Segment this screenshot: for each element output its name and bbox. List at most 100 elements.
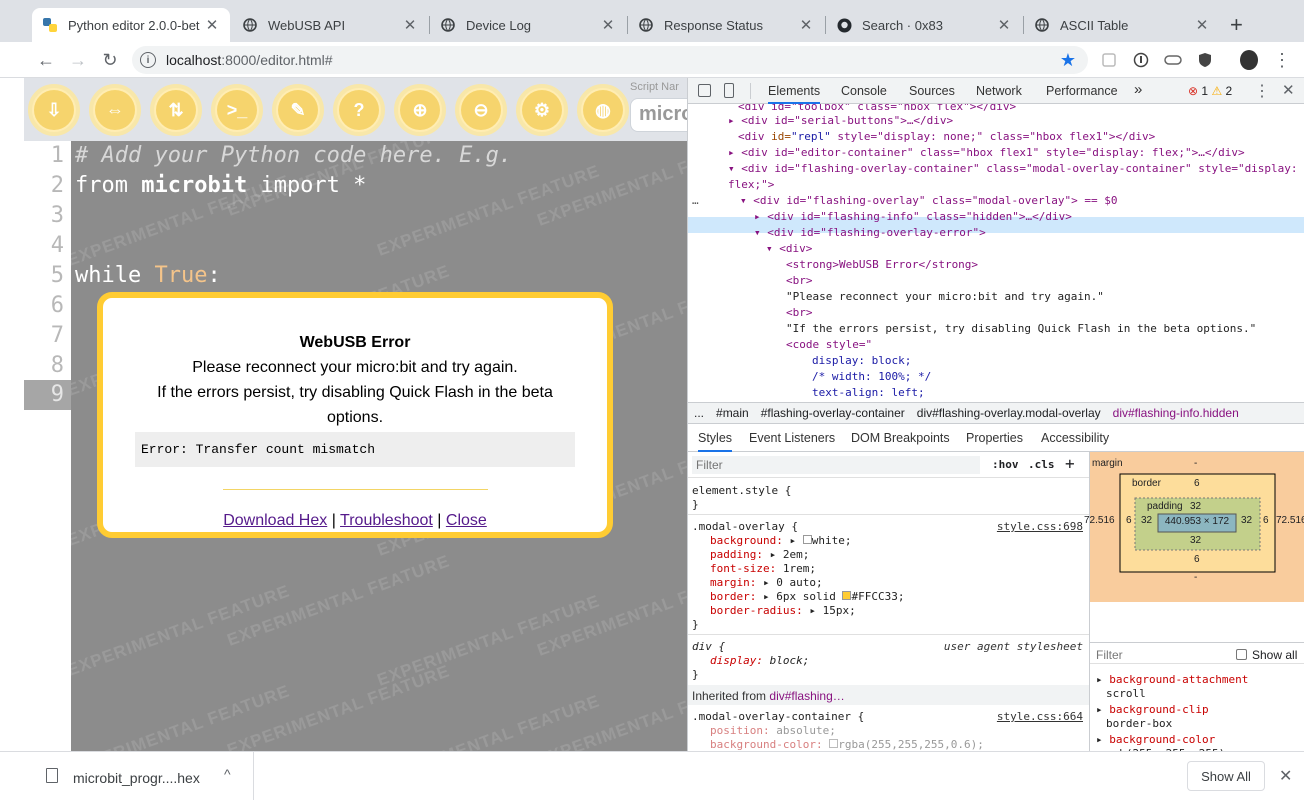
show-all-button[interactable]: Show All — [1187, 761, 1265, 791]
style-declaration[interactable]: position: absolute; — [710, 724, 836, 738]
dom-line[interactable]: ▾ <div> — [766, 241, 812, 257]
dom-line[interactable]: ▸ <div id="flashing-info" class="hidden"… — [754, 209, 1072, 225]
style-declaration[interactable]: background: ▸ white; — [710, 534, 851, 548]
tab-ascii-table[interactable]: ASCII Table ✕ — [1024, 8, 1220, 42]
tab-sources[interactable]: Sources — [909, 84, 955, 98]
tab-python-editor[interactable]: Python editor 2.0.0-bet ✕ — [32, 8, 230, 42]
tab-styles[interactable]: Styles — [698, 431, 733, 452]
styles-filter-input[interactable] — [692, 456, 980, 474]
serial-button[interactable]: >_ — [211, 84, 263, 136]
breadcrumb-item[interactable]: div#flashing-info.hidden — [1113, 406, 1239, 420]
dom-line-selected[interactable]: ▾ <div id="flashing-overlay" class="moda… — [740, 193, 1118, 209]
dom-line[interactable]: <div id="repl" style="display: none;" cl… — [738, 129, 1155, 145]
download-button[interactable]: ⇩ — [28, 84, 80, 136]
close-icon[interactable]: ✕ — [1279, 766, 1292, 786]
chevron-up-icon[interactable]: ^ — [224, 766, 231, 782]
language-button[interactable]: ◍ — [577, 84, 629, 136]
dom-line[interactable]: <br> — [786, 305, 813, 321]
close-icon[interactable]: ✕ — [1194, 16, 1210, 34]
devtools-menu-icon[interactable]: ⋮ — [1254, 81, 1270, 101]
tab-properties[interactable]: Properties — [966, 431, 1023, 445]
close-icon[interactable]: ✕ — [798, 16, 814, 34]
help-button[interactable]: ? — [333, 84, 385, 136]
cls-toggle[interactable]: .cls — [1028, 458, 1055, 471]
new-tab-button[interactable]: + — [1230, 12, 1243, 38]
tab-accessibility[interactable]: Accessibility — [1041, 431, 1109, 445]
style-declaration[interactable]: background-color: rgba(255,255,255,0.6); — [710, 738, 984, 751]
computed-property[interactable]: ▸ background-clip — [1096, 703, 1209, 717]
style-selector[interactable]: element.style { — [692, 484, 791, 498]
reload-icon[interactable]: ↻ — [98, 48, 122, 72]
hov-toggle[interactable]: :hov — [992, 458, 1019, 471]
address-bar[interactable]: i localhost:8000/editor.html# ★ — [132, 46, 1088, 74]
style-declaration[interactable]: font-size: 1rem; — [710, 562, 816, 576]
script-name-input[interactable]: micro — [630, 98, 687, 132]
dom-tree[interactable]: <div id="toolbox" class="hbox flex"></di… — [688, 104, 1304, 402]
snippets-button[interactable]: ✎ — [272, 84, 324, 136]
show-all-checkbox[interactable] — [1236, 649, 1247, 660]
connect-button[interactable]: ⇔ — [89, 84, 141, 136]
tab-webusb-api[interactable]: WebUSB API ✕ — [232, 8, 428, 42]
dom-line[interactable]: <br> — [786, 273, 813, 289]
close-devtools-icon[interactable]: ✕ — [1282, 81, 1295, 99]
close-icon[interactable]: ✕ — [204, 16, 220, 34]
avatar[interactable] — [1240, 50, 1258, 70]
forward-arrow-icon[interactable]: → — [66, 48, 90, 72]
dom-line[interactable]: ▾ <div id="flashing-overlay-container" c… — [728, 161, 1298, 177]
download-filename[interactable]: microbit_progr....hex — [73, 770, 200, 786]
settings-button[interactable]: ⚙ — [516, 84, 568, 136]
style-declaration[interactable]: border-radius: ▸ 15px; — [710, 604, 856, 618]
style-declaration[interactable]: border: ▸ 6px solid #FFCC33; — [710, 590, 904, 604]
close-link[interactable]: Close — [446, 512, 487, 529]
breadcrumb-item[interactable]: ... — [694, 406, 704, 420]
style-selector[interactable]: .modal-overlay { — [692, 520, 798, 534]
menu-dots-icon[interactable]: ⋮ — [1273, 50, 1291, 70]
close-icon[interactable]: ✕ — [600, 16, 616, 34]
tab-response-status[interactable]: Response Status ✕ — [628, 8, 824, 42]
tab-elements[interactable]: Elements — [768, 84, 821, 104]
download-hex-link[interactable]: Download Hex — [223, 512, 327, 529]
dom-line[interactable]: flex;"> — [728, 177, 774, 193]
tab-dom-breakpoints[interactable]: DOM Breakpoints — [851, 431, 950, 445]
dom-text[interactable]: "If the errors persist, try disabling Qu… — [786, 321, 1256, 337]
breadcrumb-item[interactable]: #main — [716, 406, 749, 420]
tab-performance[interactable]: Performance — [1046, 84, 1118, 98]
extension-info-icon[interactable] — [1132, 51, 1150, 69]
dom-line[interactable]: ▾ <div id="flashing-overlay-error"> — [754, 225, 986, 241]
style-declaration[interactable]: padding: ▸ 2em; — [710, 548, 809, 562]
breadcrumb-item[interactable]: div#flashing-overlay.modal-overlay — [917, 406, 1101, 420]
breadcrumb-item[interactable]: #flashing-overlay-container — [761, 406, 905, 420]
computed-property[interactable]: ▸ background-color — [1096, 733, 1215, 747]
tab-console[interactable]: Console — [841, 84, 887, 98]
computed-filter-input[interactable]: Filter — [1096, 648, 1123, 662]
dom-line[interactable]: <strong>WebUSB Error</strong> — [786, 257, 978, 273]
add-rule-icon[interactable]: + — [1065, 454, 1075, 473]
dom-text[interactable]: "Please reconnect your micro:bit and try… — [786, 289, 1104, 305]
zoom-out-button[interactable]: ⊖ — [455, 84, 507, 136]
zoom-in-button[interactable]: ⊕ — [394, 84, 446, 136]
download-item[interactable]: microbit_progr....hex ^ — [0, 752, 254, 800]
tab-github-search[interactable]: Search · 0x83 ✕ — [826, 8, 1022, 42]
computed-property[interactable]: ▸ background-attachment — [1096, 673, 1248, 687]
style-selector[interactable]: .modal-overlay-container { — [692, 710, 864, 724]
star-icon[interactable]: ★ — [1060, 50, 1076, 71]
tab-device-log[interactable]: Device Log ✕ — [430, 8, 626, 42]
more-tabs-button[interactable]: » — [1134, 81, 1142, 98]
style-source-link[interactable]: style.css:698 — [997, 520, 1083, 533]
device-toolbar-icon[interactable] — [724, 83, 734, 98]
tab-network[interactable]: Network — [976, 84, 1022, 98]
style-declaration[interactable]: margin: ▸ 0 auto; — [710, 576, 823, 590]
inherited-source[interactable]: div#flashing… — [769, 689, 844, 703]
close-icon[interactable]: ✕ — [402, 16, 418, 34]
troubleshoot-link[interactable]: Troubleshoot — [340, 512, 433, 529]
extension-icon[interactable] — [1100, 51, 1118, 69]
back-arrow-icon[interactable]: ← — [34, 48, 58, 72]
tab-event-listeners[interactable]: Event Listeners — [749, 431, 835, 445]
load-save-button[interactable]: ⇅ — [150, 84, 202, 136]
style-source-link[interactable]: style.css:664 — [997, 710, 1083, 723]
info-icon[interactable]: i — [140, 52, 156, 68]
dom-line[interactable]: <code style=" — [786, 337, 872, 353]
dom-line[interactable]: ▸ <div id="editor-container" class="hbox… — [728, 145, 1245, 161]
close-icon[interactable]: ✕ — [996, 16, 1012, 34]
error-count[interactable]: ⊗ 1 ⚠ 2 — [1188, 84, 1232, 98]
